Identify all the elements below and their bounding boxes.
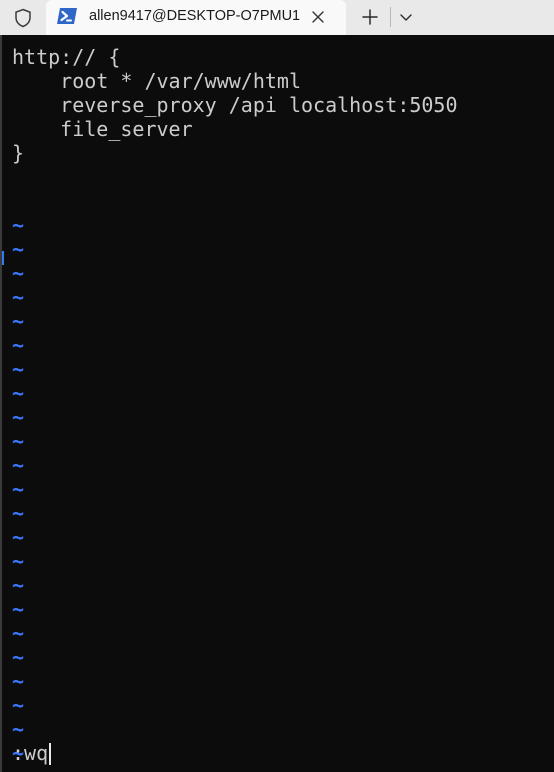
empty-line-tilde: ~ <box>12 525 25 549</box>
text-cursor <box>49 743 52 765</box>
code-line: } <box>12 141 25 165</box>
empty-line-tilde: ~ <box>12 429 25 453</box>
empty-line-tilde: ~ <box>12 573 25 597</box>
empty-line-tilde: ~ <box>12 309 25 333</box>
empty-line-tilde: ~ <box>12 453 25 477</box>
code-line: root * /var/www/html <box>12 69 301 93</box>
empty-line-tilde: ~ <box>12 405 25 429</box>
plus-icon[interactable] <box>356 4 384 30</box>
empty-line-tilde: ~ <box>12 621 25 645</box>
code-line: reverse_proxy /api localhost:5050 <box>12 93 458 117</box>
vim-command-line[interactable]: :wq <box>12 741 52 765</box>
empty-line-tilde: ~ <box>12 237 25 261</box>
empty-line-tilde: ~ <box>12 477 25 501</box>
empty-line-tilde: ~ <box>12 645 25 669</box>
empty-line-tilde: ~ <box>12 597 25 621</box>
terminal-window: allen9417@DESKTOP-O7PMU1 http:// { root … <box>0 0 554 772</box>
empty-line-tilde: ~ <box>12 261 25 285</box>
tab-divider <box>390 7 391 27</box>
empty-line-tilde: ~ <box>12 381 25 405</box>
tab-bar: allen9417@DESKTOP-O7PMU1 <box>0 0 554 35</box>
code-line: file_server <box>12 117 193 141</box>
empty-line-tilde: ~ <box>12 693 25 717</box>
code-line: http:// { <box>12 45 121 69</box>
empty-line-tilde: ~ <box>12 717 25 741</box>
command-text: :wq <box>12 741 49 765</box>
selection-marker <box>2 251 4 265</box>
empty-line-tilde: ~ <box>12 213 25 237</box>
editor-buffer[interactable]: http:// { root * /var/www/html reverse_p… <box>12 45 458 765</box>
empty-line-tilde: ~ <box>12 285 25 309</box>
chevron-down-icon[interactable] <box>393 4 419 30</box>
empty-line-tilde: ~ <box>12 549 25 573</box>
shield-icon[interactable] <box>0 0 46 35</box>
powershell-icon <box>56 6 78 26</box>
empty-line-tilde: ~ <box>12 501 25 525</box>
empty-line-tilde: ~ <box>12 669 25 693</box>
close-icon[interactable] <box>307 6 329 28</box>
terminal-pane[interactable]: http:// { root * /var/www/html reverse_p… <box>0 35 554 772</box>
empty-line-tilde: ~ <box>12 741 25 765</box>
empty-line-tilde: ~ <box>12 357 25 381</box>
tab-terminal[interactable]: allen9417@DESKTOP-O7PMU1 <box>46 0 346 35</box>
tab-title: allen9417@DESKTOP-O7PMU1 <box>89 8 301 24</box>
empty-line-tilde: ~ <box>12 333 25 357</box>
